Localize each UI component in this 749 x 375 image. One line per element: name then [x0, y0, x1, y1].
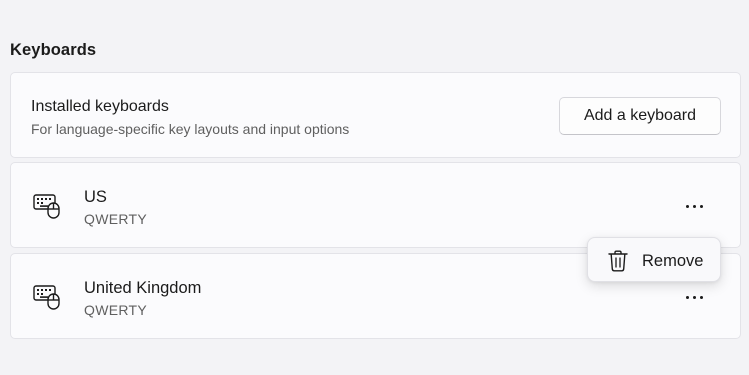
more-options-icon	[685, 295, 689, 299]
more-options-icon	[692, 204, 696, 208]
keyboard-icon	[33, 285, 60, 310]
add-keyboard-button[interactable]: Add a keyboard	[559, 97, 721, 135]
more-options-icon	[692, 295, 696, 299]
context-menu: Remove	[587, 237, 721, 282]
installed-keyboards-card: Installed keyboards For language-specifi…	[10, 72, 741, 158]
keyboard-layout: QWERTY	[84, 211, 147, 227]
section-title: Keyboards	[10, 41, 97, 59]
keyboard-layout: QWERTY	[84, 302, 147, 318]
more-options-button[interactable]	[678, 196, 710, 216]
keyboards-settings-page: Keyboards Installed keyboards For langua…	[0, 0, 749, 375]
more-options-button[interactable]	[678, 287, 710, 307]
installed-keyboards-title: Installed keyboards	[31, 98, 169, 115]
trash-icon	[608, 250, 628, 272]
more-options-icon	[699, 295, 703, 299]
keyboard-name: United Kingdom	[84, 279, 202, 297]
keyboard-icon	[33, 194, 60, 219]
more-options-icon	[685, 204, 689, 208]
keyboard-item-us: US QWERTY	[10, 162, 741, 248]
keyboard-name: US	[84, 188, 107, 206]
remove-menu-item[interactable]: Remove	[592, 242, 716, 277]
more-options-icon	[699, 204, 703, 208]
installed-keyboards-subtitle: For language-specific key layouts and in…	[31, 121, 350, 137]
remove-menu-label: Remove	[642, 252, 704, 270]
